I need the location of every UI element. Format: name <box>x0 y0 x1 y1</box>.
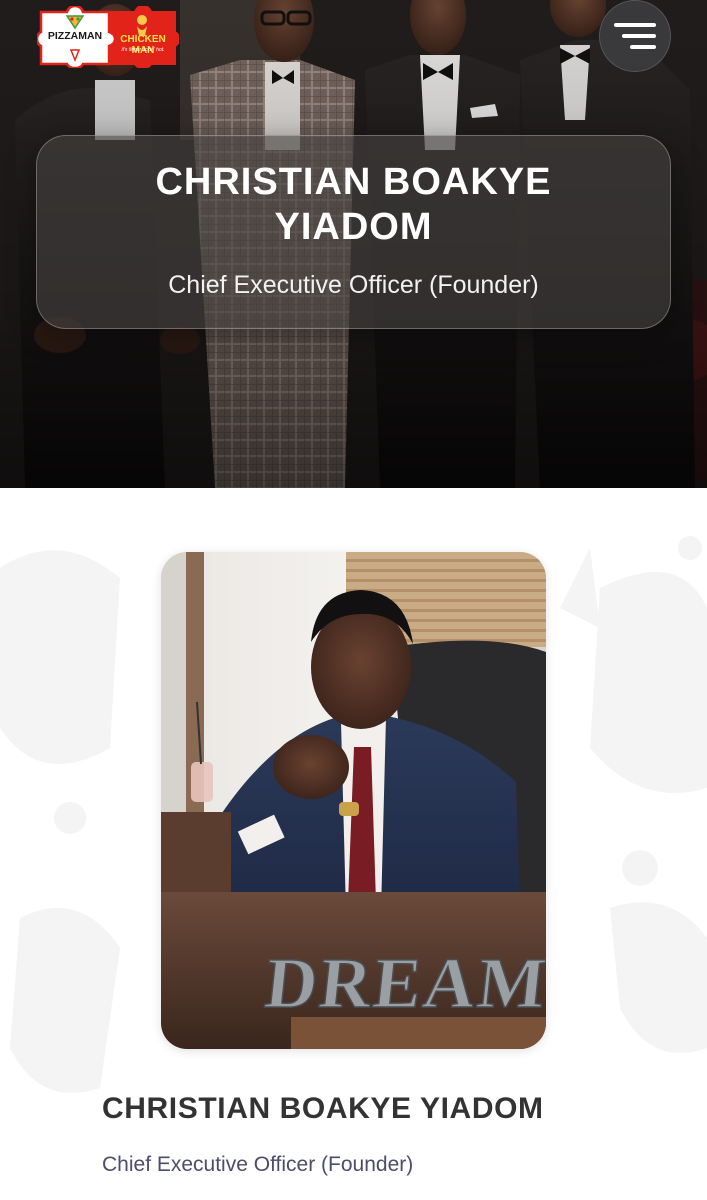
hamburger-menu-icon <box>614 23 656 49</box>
brand-logo[interactable]: PIZZAMAN CHICKEN MAN it's finger lickin'… <box>35 4 181 70</box>
hero-banner: PIZZAMAN CHICKEN MAN it's finger lickin'… <box>0 0 707 488</box>
logo-brand-left: PIZZAMAN <box>47 30 103 42</box>
profile-person-name: CHRISTIAN BOAKYE YIADOM <box>102 1092 544 1125</box>
hero-person-role: Chief Executive Officer (Founder) <box>168 271 539 299</box>
menu-button[interactable] <box>599 0 671 72</box>
logo-tagline: it's finger lickin' hot. <box>121 47 165 53</box>
profile-person-role: Chief Executive Officer (Founder) <box>102 1153 414 1176</box>
ceo-portrait-photo: DREAM <box>161 552 546 1049</box>
hero-person-name: CHRISTIAN BOAKYE YIADOM <box>155 161 552 248</box>
dream-sign-text: DREAM <box>262 943 546 1023</box>
portrait-image: DREAM <box>161 552 546 1049</box>
profile-section: DREAM CHRISTIAN BOAKYE YIADOM Chief Exec… <box>0 488 707 1200</box>
hero-title-card: CHRISTIAN BOAKYE YIADOM Chief Executive … <box>36 135 671 329</box>
